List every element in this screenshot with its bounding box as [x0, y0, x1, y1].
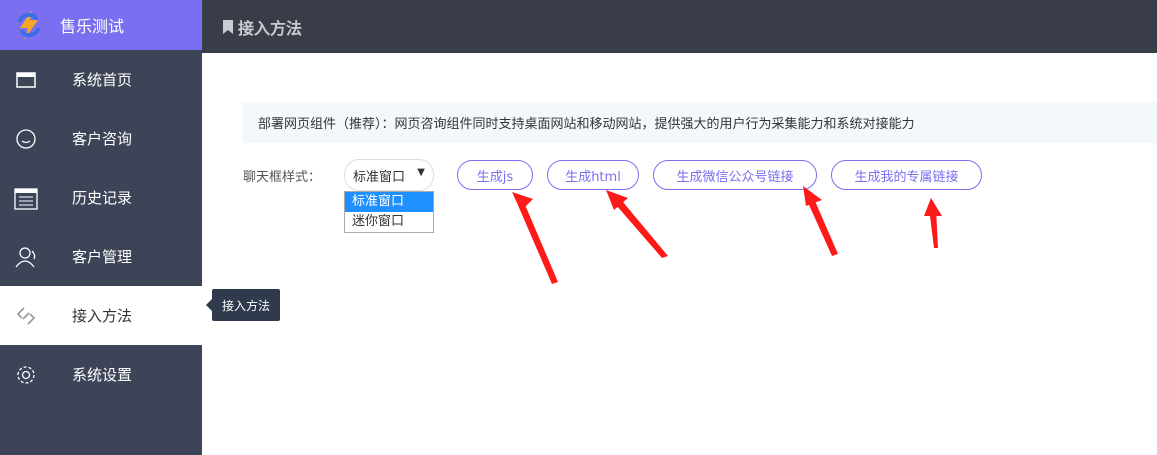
arrow-icon — [606, 190, 668, 258]
arrow-icon — [803, 186, 838, 256]
arrow-icon — [924, 198, 942, 248]
arrow-icon — [512, 192, 558, 284]
annotation-arrows — [512, 186, 942, 284]
